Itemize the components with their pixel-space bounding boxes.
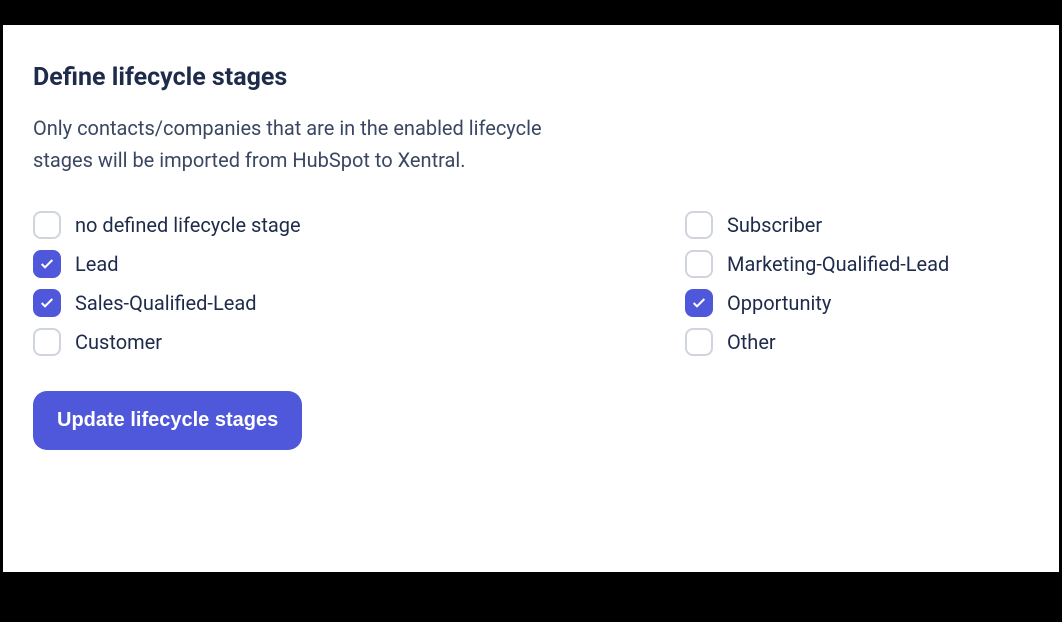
option-lead: Lead xyxy=(33,250,685,278)
option-no-defined-stage: no defined lifecycle stage xyxy=(33,211,685,239)
option-opportunity: Opportunity xyxy=(685,289,1029,317)
options-column-right: Subscriber Marketing-Qualified-Lead Oppo… xyxy=(685,211,1029,356)
option-label: Subscriber xyxy=(727,213,822,237)
check-icon xyxy=(39,295,55,311)
option-label: Marketing-Qualified-Lead xyxy=(727,252,949,276)
option-customer: Customer xyxy=(33,328,685,356)
option-other: Other xyxy=(685,328,1029,356)
panel-description: Only contacts/companies that are in the … xyxy=(33,112,593,176)
option-sales-qualified-lead: Sales-Qualified-Lead xyxy=(33,289,685,317)
options-grid: no defined lifecycle stage Lead Sales-Qu… xyxy=(33,211,1029,356)
options-column-left: no defined lifecycle stage Lead Sales-Qu… xyxy=(33,211,685,356)
option-label: Customer xyxy=(75,330,162,354)
option-subscriber: Subscriber xyxy=(685,211,1029,239)
checkbox-lead[interactable] xyxy=(33,250,61,278)
checkbox-sales-qualified-lead[interactable] xyxy=(33,289,61,317)
check-icon xyxy=(691,295,707,311)
checkbox-customer[interactable] xyxy=(33,328,61,356)
checkbox-opportunity[interactable] xyxy=(685,289,713,317)
check-icon xyxy=(39,256,55,272)
update-lifecycle-stages-button[interactable]: Update lifecycle stages xyxy=(33,391,302,450)
checkbox-marketing-qualified-lead[interactable] xyxy=(685,250,713,278)
panel-title: Define lifecycle stages xyxy=(33,63,1029,92)
option-label: no defined lifecycle stage xyxy=(75,213,301,237)
option-label: Opportunity xyxy=(727,291,831,315)
checkbox-subscriber[interactable] xyxy=(685,211,713,239)
option-label: Other xyxy=(727,330,776,354)
option-marketing-qualified-lead: Marketing-Qualified-Lead xyxy=(685,250,1029,278)
option-label: Lead xyxy=(75,252,119,276)
lifecycle-stages-panel: Define lifecycle stages Only contacts/co… xyxy=(3,25,1059,572)
option-label: Sales-Qualified-Lead xyxy=(75,291,257,315)
checkbox-no-defined-stage[interactable] xyxy=(33,211,61,239)
checkbox-other[interactable] xyxy=(685,328,713,356)
